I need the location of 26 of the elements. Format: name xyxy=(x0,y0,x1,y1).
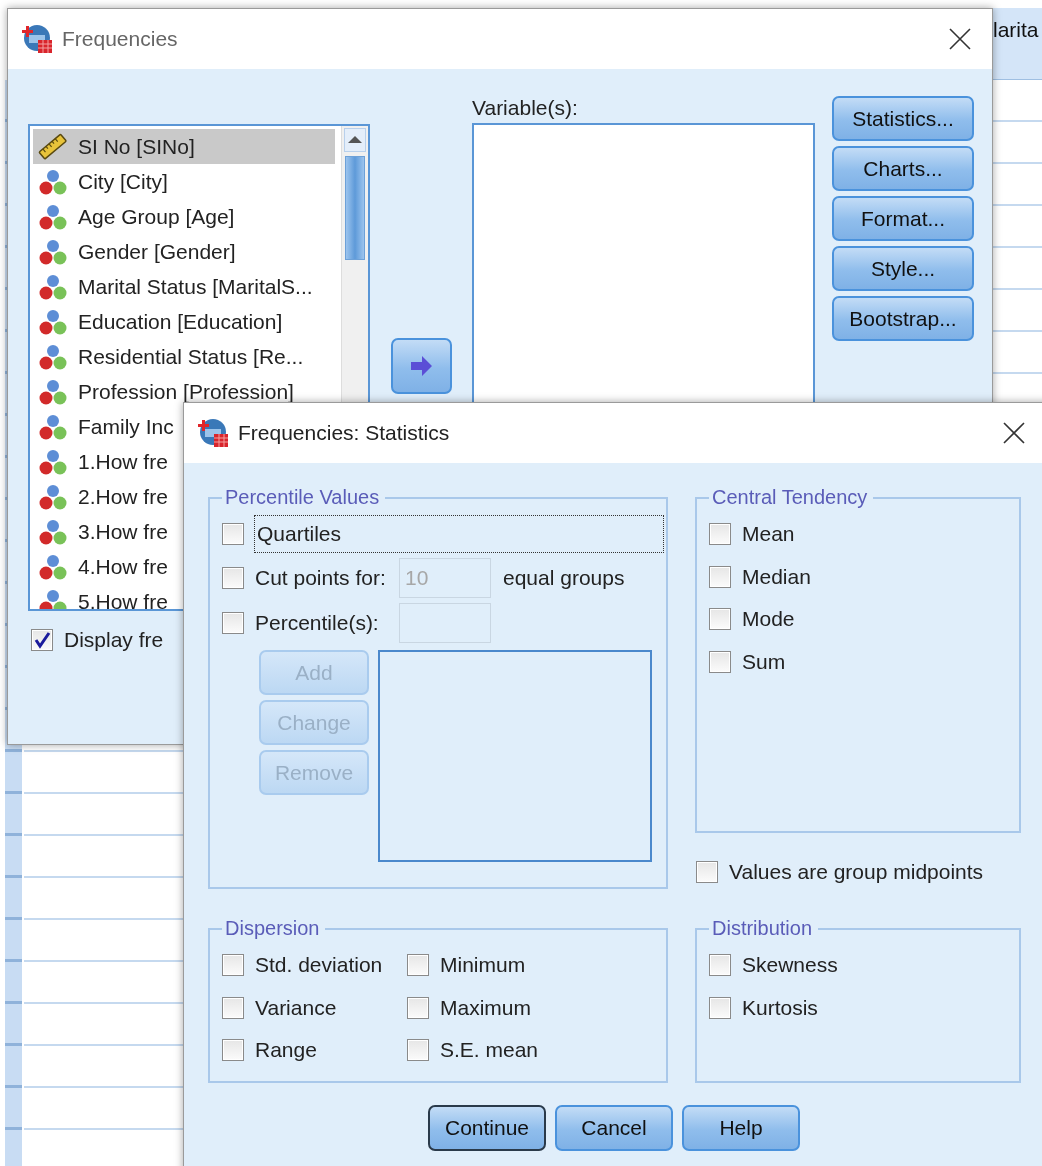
checkbox-label: Variance xyxy=(255,995,337,1020)
checkbox-label: Skewness xyxy=(742,953,838,978)
checkbox-label: Values are group midpoints xyxy=(729,860,984,884)
checkbox-label: Range xyxy=(255,1038,317,1063)
field-label: Variable(s): xyxy=(472,96,579,121)
group-title: Percentile Values xyxy=(224,486,381,509)
checkbox-label: Std. deviation xyxy=(255,953,383,978)
checkbox-label: Display fre xyxy=(64,628,164,652)
checkbox-label: Median xyxy=(742,564,811,589)
column-header-text: larita xyxy=(993,18,1039,42)
group-title: Dispersion xyxy=(224,917,321,940)
window-title: Frequencies: Statistics xyxy=(238,421,450,445)
checkbox-label: Maximum xyxy=(440,995,531,1020)
group-title: Central Tendency xyxy=(711,486,869,509)
checkbox-label: Sum xyxy=(742,649,786,674)
checkbox-label: Mean xyxy=(742,522,795,547)
checkbox-label: Kurtosis xyxy=(742,995,818,1020)
checkbox-label: Cut points for: xyxy=(255,565,387,590)
checkbox-label: Minimum xyxy=(440,953,526,978)
checkbox-label: S.E. mean xyxy=(440,1038,539,1063)
checkbox-label: Mode xyxy=(742,607,795,632)
group-title: Distribution xyxy=(711,917,814,940)
window-title: Frequencies xyxy=(62,27,178,51)
field-suffix: equal groups xyxy=(503,565,625,590)
checkbox-label: Percentile(s): xyxy=(255,610,380,635)
checkbox-label: Quartiles xyxy=(255,516,664,552)
